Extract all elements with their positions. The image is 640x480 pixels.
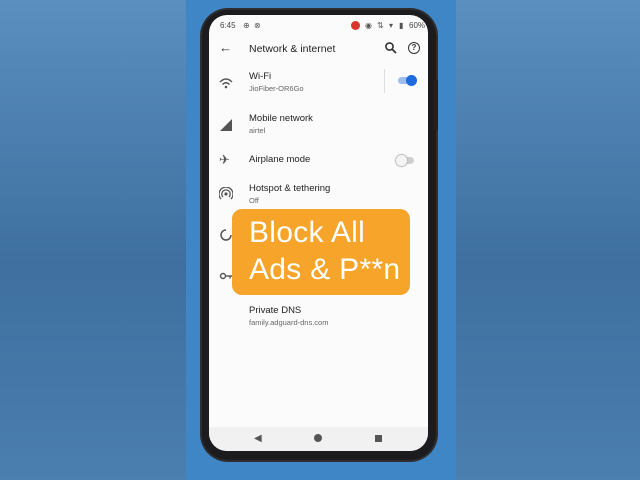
airplane-icon: ✈ [219, 152, 230, 167]
private-dns-title: Private DNS [249, 305, 302, 316]
toggle-knob [406, 75, 417, 86]
wifi-icon [219, 78, 233, 89]
background-right [456, 0, 640, 480]
navigation-bar: ◀ [209, 427, 428, 451]
nav-back-icon[interactable]: ◀ [254, 433, 262, 444]
private-dns-subtitle: family.adguard-dns.com [249, 318, 329, 327]
mobile-network-title: Mobile network [249, 113, 313, 124]
data-saver-icon [220, 229, 232, 241]
search-icon[interactable] [384, 41, 398, 55]
status-time: 6:45 [220, 21, 236, 30]
background-left [0, 0, 186, 480]
notification-badge [351, 21, 360, 30]
overlay-line-2: Ads & P**n [249, 253, 401, 286]
data-arrows-icon: ⇅ [377, 21, 384, 30]
app-bar: ← Network & internet ? [209, 37, 428, 63]
arrow-back-icon[interactable]: ← [219, 40, 232, 55]
help-icon[interactable]: ? [408, 42, 420, 54]
vpn-icon: ⊕ [243, 21, 250, 30]
airplane-mode-row[interactable]: ✈ Airplane mode [209, 151, 428, 171]
mobile-network-subtitle: airtel [249, 126, 266, 135]
hotspot-icon [219, 187, 233, 200]
divider [384, 69, 385, 93]
vpn-key-icon [219, 272, 232, 280]
wifi-subtitle: JioFiber-OR6Go [249, 84, 304, 93]
promo-overlay: Block All Ads & P**n [232, 209, 410, 295]
battery-percent: 60% [409, 21, 426, 30]
hotspot-title: Hotspot & tethering [249, 183, 331, 194]
page-title: Network & internet [249, 43, 336, 55]
signal-icon [220, 119, 232, 131]
wifi-toggle[interactable] [396, 75, 417, 86]
notification-icon: ⊗ [254, 21, 261, 30]
overlay-line-1: Block All [249, 216, 366, 249]
mobile-network-row[interactable]: Mobile network airtel [209, 109, 428, 141]
wifi-status-icon: ▾ [389, 21, 394, 30]
private-dns-row[interactable]: Private DNS family.adguard-dns.com [209, 303, 428, 333]
hotspot-subtitle: Off [249, 196, 259, 205]
status-bar: 6:45 ⊕ ⊗ ◉ ⇅ ▾ ▮ 60% [209, 15, 428, 35]
airplane-mode-title: Airplane mode [249, 154, 311, 165]
hotspot-row[interactable]: Hotspot & tethering Off [209, 181, 428, 211]
battery-icon: ▮ [399, 21, 404, 30]
phone-side-button [434, 80, 438, 130]
airplane-mode-toggle[interactable] [396, 155, 416, 166]
wifi-row[interactable]: Wi-Fi JioFiber-OR6Go [209, 67, 428, 99]
nav-home-icon[interactable] [314, 434, 322, 442]
toggle-knob [396, 155, 407, 166]
eye-icon: ◉ [365, 21, 372, 30]
nav-recents-icon[interactable] [375, 435, 382, 442]
wifi-title: Wi-Fi [249, 71, 272, 82]
